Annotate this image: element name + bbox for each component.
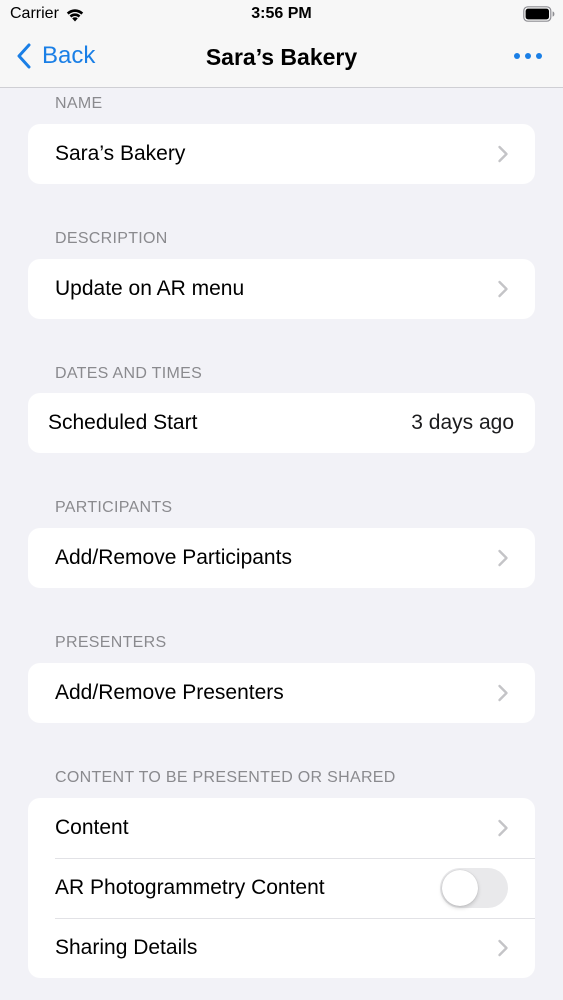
section-header-participants: PARTICIPANTS bbox=[55, 499, 173, 516]
presenters-label: Add/Remove Presenters bbox=[55, 681, 284, 704]
status-time: 3:56 PM bbox=[251, 5, 312, 22]
status-bar: Carrier 3:56 PM bbox=[0, 0, 563, 30]
section-header-description: DESCRIPTION bbox=[55, 230, 168, 247]
toggle-knob bbox=[442, 870, 478, 906]
participants-label: Add/Remove Participants bbox=[55, 546, 292, 569]
sharing-details-row[interactable]: Sharing Details bbox=[28, 918, 535, 978]
content-row[interactable]: Content bbox=[28, 798, 535, 858]
scheduled-start-label: Scheduled Start bbox=[48, 411, 198, 434]
description-row[interactable]: Update on AR menu bbox=[28, 259, 535, 319]
navigation-bar: Back Sara’s Bakery bbox=[0, 30, 563, 86]
ellipsis-icon[interactable] bbox=[513, 50, 543, 62]
ar-photogrammetry-row: AR Photogrammetry Content bbox=[28, 858, 535, 918]
content-label: Content bbox=[55, 816, 129, 839]
scheduled-start-value: 3 days ago bbox=[411, 411, 514, 434]
chevron-right-icon bbox=[498, 549, 508, 567]
ar-photogrammetry-toggle[interactable] bbox=[440, 868, 508, 908]
add-remove-participants-row[interactable]: Add/Remove Participants bbox=[28, 528, 535, 588]
sharing-details-label: Sharing Details bbox=[55, 936, 198, 959]
chevron-right-icon bbox=[498, 939, 508, 957]
page-title: Sara’s Bakery bbox=[205, 44, 358, 70]
scheduled-start-row: Scheduled Start 3 days ago bbox=[28, 393, 535, 453]
presenters-card: Add/Remove Presenters bbox=[28, 663, 535, 723]
chevron-right-icon bbox=[498, 684, 508, 702]
battery-icon bbox=[523, 6, 555, 22]
name-card: Sara’s Bakery bbox=[28, 124, 535, 184]
dates-card: Scheduled Start 3 days ago bbox=[28, 393, 535, 453]
participants-card: Add/Remove Participants bbox=[28, 528, 535, 588]
name-row[interactable]: Sara’s Bakery bbox=[28, 124, 535, 184]
section-header-name: NAME bbox=[55, 95, 103, 112]
section-header-presenters: PRESENTERS bbox=[55, 634, 167, 651]
name-value: Sara’s Bakery bbox=[55, 142, 186, 165]
section-header-content: CONTENT TO BE PRESENTED OR SHARED bbox=[55, 769, 396, 786]
top-bar: Carrier 3:56 PM Back Sara’s Bakery bbox=[0, 0, 563, 88]
chevron-right-icon bbox=[498, 819, 508, 837]
description-value: Update on AR menu bbox=[55, 277, 245, 300]
content-card: Content AR Photogrammetry Content Sharin… bbox=[28, 798, 535, 978]
chevron-right-icon bbox=[498, 145, 508, 163]
chevron-right-icon bbox=[498, 280, 508, 298]
section-header-dates: DATES AND TIMES bbox=[55, 365, 203, 382]
add-remove-presenters-row[interactable]: Add/Remove Presenters bbox=[28, 663, 535, 723]
description-card: Update on AR menu bbox=[28, 259, 535, 319]
ar-photogrammetry-label: AR Photogrammetry Content bbox=[55, 876, 325, 899]
